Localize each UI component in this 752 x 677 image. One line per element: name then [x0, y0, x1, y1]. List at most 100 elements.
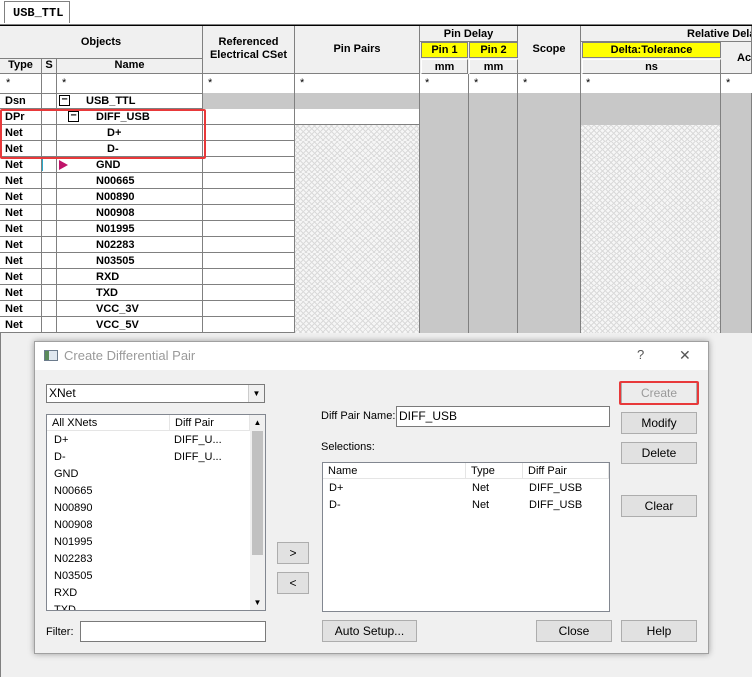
row-pinpairs[interactable] [295, 317, 420, 333]
row-pin2[interactable] [469, 253, 518, 269]
row-delta[interactable] [581, 125, 721, 141]
row-delta[interactable] [581, 237, 721, 253]
row-delta[interactable] [581, 301, 721, 317]
row-pinpairs[interactable] [295, 205, 420, 221]
row-scope[interactable] [518, 317, 581, 333]
row-pin2[interactable] [469, 141, 518, 157]
row-cset[interactable] [203, 285, 295, 301]
row-actual[interactable] [721, 173, 752, 189]
remove-from-selection-button[interactable]: < [277, 572, 309, 594]
row-type[interactable]: Net [0, 237, 42, 253]
row-cset[interactable] [203, 205, 295, 221]
row-delta[interactable] [581, 109, 721, 125]
actual-header[interactable]: Act [721, 42, 752, 74]
row-pinpairs[interactable] [295, 237, 420, 253]
row-name[interactable]: N02283 [57, 237, 203, 253]
row-name[interactable]: N00908 [57, 205, 203, 221]
row-type[interactable]: Net [0, 189, 42, 205]
row-name[interactable]: GND [57, 157, 203, 173]
row-actual[interactable] [721, 141, 752, 157]
row-pin1[interactable] [420, 125, 469, 141]
row-pin2[interactable] [469, 205, 518, 221]
selections-list[interactable]: Name Type Diff Pair D+ Net DIFF_USB D- Net DI… [322, 462, 610, 612]
row-cset[interactable] [203, 157, 295, 173]
filter-pin2[interactable]: * [469, 74, 518, 93]
grid-row[interactable]: Net N02283 [0, 237, 752, 253]
help-button[interactable]: Help [621, 620, 697, 642]
row-s[interactable] [42, 269, 57, 285]
delete-button[interactable]: Delete [621, 442, 697, 464]
row-pin1[interactable] [420, 173, 469, 189]
xnet-list-item[interactable]: RXD [47, 585, 250, 602]
xnet-list-item[interactable]: N03505 [47, 568, 250, 585]
xnet-list-item[interactable]: N02283 [47, 551, 250, 568]
xnet-list-item[interactable]: N00908 [47, 517, 250, 534]
filter-actual[interactable]: * [721, 74, 752, 93]
xnet-list-scrollbar[interactable]: ▲ ▼ [250, 415, 265, 610]
net-type-select[interactable]: XNet ▼ [46, 384, 265, 403]
row-type[interactable]: Net [0, 317, 42, 333]
row-cset[interactable] [203, 125, 295, 141]
row-delta[interactable] [581, 93, 721, 109]
row-pin2[interactable] [469, 125, 518, 141]
row-pin1[interactable] [420, 205, 469, 221]
row-scope[interactable] [518, 205, 581, 221]
chevron-down-icon[interactable]: ▼ [248, 385, 264, 402]
modify-button[interactable]: Modify [621, 412, 697, 434]
row-s[interactable] [42, 189, 57, 205]
row-pinpairs[interactable] [295, 269, 420, 285]
row-pinpairs[interactable] [295, 189, 420, 205]
diff-pair-name-input[interactable]: DIFF_USB [396, 406, 610, 427]
row-type[interactable]: Net [0, 253, 42, 269]
type-column-header[interactable]: Type [0, 59, 42, 74]
row-pin2[interactable] [469, 189, 518, 205]
row-name[interactable]: N03505 [57, 253, 203, 269]
row-delta[interactable] [581, 221, 721, 237]
row-s[interactable] [42, 173, 57, 189]
row-pin1[interactable] [420, 109, 469, 125]
sel-type-column-header[interactable]: Type [466, 463, 523, 479]
row-pinpairs[interactable] [295, 173, 420, 189]
row-s[interactable] [42, 93, 57, 109]
row-delta[interactable] [581, 141, 721, 157]
row-cset[interactable] [203, 173, 295, 189]
row-s[interactable] [42, 221, 57, 237]
row-actual[interactable] [721, 109, 752, 125]
row-type[interactable]: Net [0, 285, 42, 301]
grid-row[interactable]: Net RXD [0, 269, 752, 285]
row-s[interactable] [42, 301, 57, 317]
row-actual[interactable] [721, 157, 752, 173]
filter-input[interactable] [80, 621, 266, 642]
s-column-header[interactable]: S [42, 59, 57, 74]
sel-diffpair-column-header[interactable]: Diff Pair [523, 463, 609, 479]
pin1-header[interactable]: Pin 1 [421, 42, 468, 58]
xnet-list-item[interactable]: GND [47, 466, 250, 483]
auto-setup-button[interactable]: Auto Setup... [322, 620, 417, 642]
row-cset[interactable] [203, 221, 295, 237]
row-actual[interactable] [721, 205, 752, 221]
row-actual[interactable] [721, 93, 752, 109]
row-delta[interactable] [581, 269, 721, 285]
row-pin1[interactable] [420, 141, 469, 157]
row-name[interactable]: RXD [57, 269, 203, 285]
row-actual[interactable] [721, 301, 752, 317]
row-pin1[interactable] [420, 253, 469, 269]
row-pinpairs[interactable] [295, 125, 420, 141]
sel-name-column-header[interactable]: Name [323, 463, 466, 479]
row-pin2[interactable] [469, 301, 518, 317]
row-pin1[interactable] [420, 317, 469, 333]
xnet-list[interactable]: All XNets Diff Pair D+ DIFF_U... D- DIFF_U.… [46, 414, 266, 611]
row-pin1[interactable] [420, 269, 469, 285]
row-pin2[interactable] [469, 109, 518, 125]
row-delta[interactable] [581, 285, 721, 301]
row-s[interactable] [42, 317, 57, 333]
row-name[interactable]: N00890 [57, 189, 203, 205]
row-type[interactable]: Dsn [0, 93, 42, 109]
row-cset[interactable] [203, 317, 295, 333]
row-type[interactable]: Net [0, 221, 42, 237]
filter-type[interactable]: * [0, 74, 42, 93]
row-pin2[interactable] [469, 173, 518, 189]
row-pin1[interactable] [420, 189, 469, 205]
close-button[interactable]: Close [536, 620, 612, 642]
row-type[interactable]: Net [0, 173, 42, 189]
